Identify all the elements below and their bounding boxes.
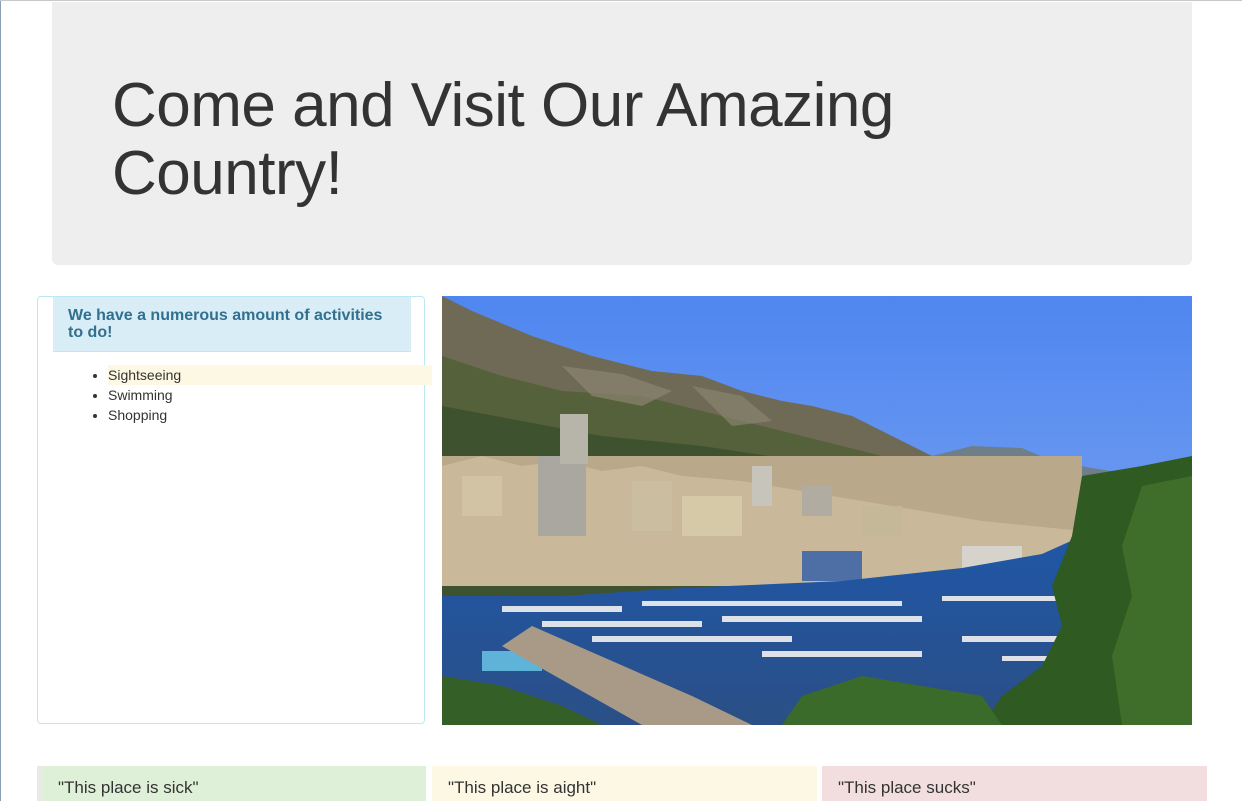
activity-sightseeing: Sightseeing — [108, 365, 432, 385]
list-item: Shopping — [108, 405, 432, 425]
activity-shopping: Shopping — [108, 407, 168, 423]
harbor-photo — [442, 296, 1192, 725]
activities-panel-heading: We have a numerous amount of activities … — [53, 297, 411, 352]
window-edge — [0, 1, 1, 801]
review-negative: "This place sucks" — [822, 766, 1207, 801]
list-item: Sightseeing — [108, 365, 432, 385]
activities-list: Sightseeing Swimming Shopping — [72, 365, 432, 425]
review-neutral: "This place is aight" — [432, 766, 817, 801]
page-title: Come and Visit Our Amazing Country! — [112, 71, 894, 208]
hero-banner: Come and Visit Our Amazing Country! — [52, 2, 1192, 265]
activities-panel: We have a numerous amount of activities … — [37, 296, 432, 724]
review-positive: "This place is sick" — [42, 766, 426, 801]
activity-swimming: Swimming — [108, 387, 173, 403]
list-item: Swimming — [108, 385, 432, 405]
